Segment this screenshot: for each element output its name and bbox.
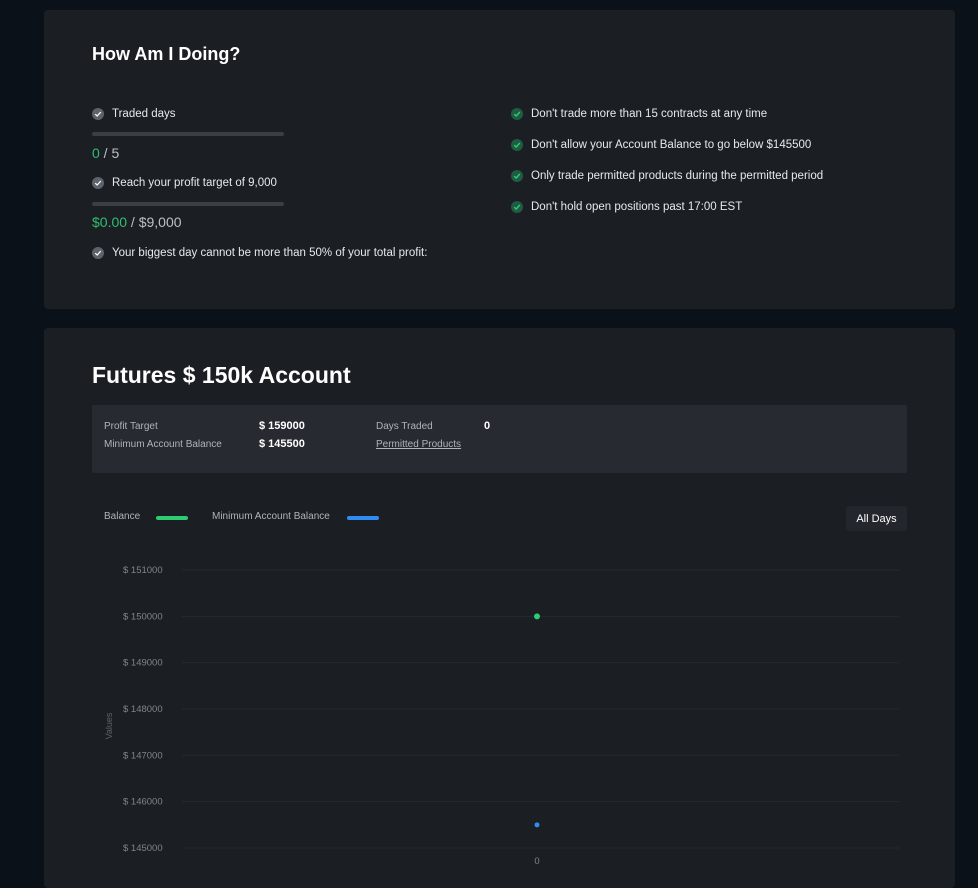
- profit-target-item: Reach your profit target of 9,000: [92, 177, 277, 189]
- rule-label: Don't trade more than 15 contracts at an…: [531, 108, 768, 120]
- traded-days-progress-bar: [92, 132, 284, 136]
- profit-target: $9,000: [138, 214, 182, 230]
- profit-progress-text: $0.00 / $9,000: [92, 214, 182, 230]
- y-tick-label: $ 149000: [123, 658, 163, 669]
- progress-card: How Am I Doing? Traded days 0 / 5 Reach …: [44, 10, 955, 309]
- min-balance-point[interactable]: [534, 822, 540, 828]
- profit-progress-bar: [92, 202, 284, 206]
- check-icon: [92, 177, 104, 189]
- rule-max-contracts: Don't trade more than 15 contracts at an…: [511, 108, 767, 120]
- progress-title: How Am I Doing?: [92, 44, 241, 64]
- y-tick-label: $ 146000: [123, 797, 163, 808]
- profit-current: $0.00: [92, 214, 128, 230]
- separator: /: [99, 145, 112, 161]
- y-tick-label: $ 147000: [123, 750, 163, 761]
- traded-days-progress-text: 0 / 5: [92, 145, 119, 161]
- y-tick-label: $ 150000: [123, 611, 163, 622]
- check-icon: [92, 108, 104, 120]
- biggest-day-item: Your biggest day cannot be more than 50%…: [92, 247, 427, 259]
- biggest-day-label: Your biggest day cannot be more than 50%…: [112, 247, 428, 259]
- account-card: Futures $ 150k Account Profit Target $ 1…: [44, 328, 955, 888]
- rule-open-positions: Don't hold open positions past 17:00 EST: [511, 201, 742, 213]
- check-icon: [511, 108, 523, 120]
- check-icon: [511, 139, 523, 151]
- check-icon: [92, 247, 104, 259]
- traded-days-label: Traded days: [112, 108, 176, 120]
- traded-days-current: 0: [92, 145, 100, 161]
- profit-target-label: Reach your profit target of 9,000: [112, 177, 277, 189]
- separator: /: [127, 214, 139, 230]
- rule-label: Don't hold open positions past 17:00 EST: [531, 201, 743, 213]
- y-tick-label: $ 145000: [123, 843, 163, 854]
- balance-chart: $ 151000 $ 150000 $ 149000 $ 148000 $ 147000…: [104, 565, 899, 867]
- check-icon: [511, 170, 523, 182]
- y-axis-title: Values: [104, 712, 114, 739]
- rule-min-balance: Don't allow your Account Balance to go b…: [511, 139, 811, 151]
- y-tick-label: $ 148000: [123, 704, 163, 715]
- traded-days-item: Traded days: [92, 108, 176, 120]
- y-tick-label: $ 151000: [123, 565, 163, 576]
- x-tick-label: 0: [534, 856, 539, 867]
- balance-point[interactable]: [534, 613, 540, 620]
- traded-days-target: 5: [111, 145, 120, 161]
- rule-label: Don't allow your Account Balance to go b…: [531, 139, 812, 151]
- rule-label: Only trade permitted products during the…: [531, 170, 824, 182]
- rule-permitted-products: Only trade permitted products during the…: [511, 170, 823, 182]
- check-icon: [511, 201, 523, 213]
